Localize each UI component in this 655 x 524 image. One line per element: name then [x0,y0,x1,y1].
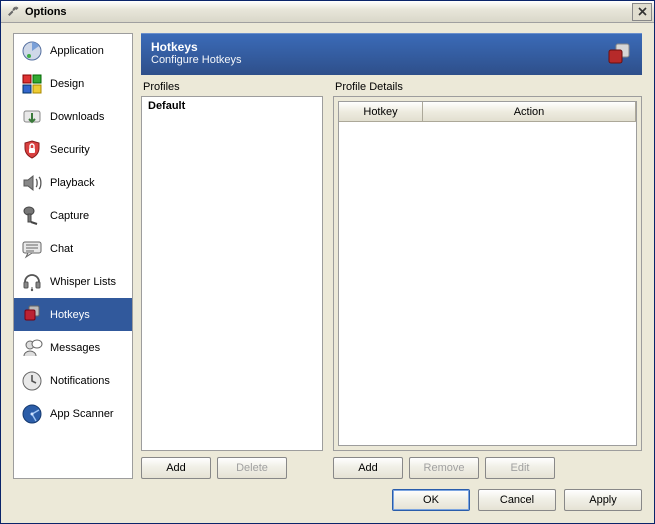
details-panel: Profile Details Hotkey Action Add [333,79,642,479]
footer-buttons: OK Cancel Apply [13,489,642,511]
chat-icon [20,237,44,261]
sidebar-item-label: Downloads [50,111,104,123]
column-action[interactable]: Action [423,102,636,122]
content-area: Hotkeys Configure Hotkeys Profiles Defau… [141,33,642,479]
sidebar-item-security[interactable]: Security [14,133,132,166]
column-hotkey[interactable]: Hotkey [339,102,423,122]
downloads-icon [20,105,44,129]
profile-item[interactable]: Default [142,97,322,115]
notifications-icon [20,369,44,393]
profiles-list[interactable]: Default [141,96,323,451]
hotkeys-icon [20,303,44,327]
sidebar: Application Design Downloads [13,33,133,479]
panels: Profiles Default Add Delete Profile Deta… [141,79,642,479]
header-subtitle: Configure Hotkeys [151,54,632,66]
titlebar: Options [1,1,654,23]
details-add-button[interactable]: Add [333,457,403,479]
sidebar-item-downloads[interactable]: Downloads [14,100,132,133]
sidebar-item-label: Design [50,78,84,90]
details-buttons: Add Remove Edit [333,457,642,479]
profiles-panel: Profiles Default Add Delete [141,79,323,479]
sidebar-item-chat[interactable]: Chat [14,232,132,265]
details-edit-button[interactable]: Edit [485,457,555,479]
sidebar-item-capture[interactable]: Capture [14,199,132,232]
playback-icon [20,171,44,195]
sidebar-item-whisper-lists[interactable]: Whisper Lists [14,265,132,298]
header-panel: Hotkeys Configure Hotkeys [141,33,642,75]
profiles-delete-button[interactable]: Delete [217,457,287,479]
window-title: Options [25,6,632,18]
apply-button[interactable]: Apply [564,489,642,511]
window-body: Application Design Downloads [1,23,654,523]
whisper-icon [20,270,44,294]
profiles-label: Profiles [141,79,323,96]
profiles-buttons: Add Delete [141,457,323,479]
sidebar-item-label: Whisper Lists [50,276,116,288]
main-row: Application Design Downloads [13,33,642,479]
sidebar-item-app-scanner[interactable]: App Scanner [14,397,132,430]
sidebar-item-label: Notifications [50,375,110,387]
app-scanner-icon [20,402,44,426]
messages-icon [20,336,44,360]
options-window: Options Application Design [0,0,655,524]
header-title: Hotkeys [151,40,632,54]
application-icon [20,39,44,63]
sidebar-item-application[interactable]: Application [14,34,132,67]
sidebar-item-hotkeys[interactable]: Hotkeys [14,298,132,331]
sidebar-item-label: Security [50,144,90,156]
sidebar-item-playback[interactable]: Playback [14,166,132,199]
sidebar-item-label: Hotkeys [50,309,90,321]
hotkeys-header-icon [604,40,634,70]
details-table[interactable]: Hotkey Action [338,101,637,446]
sidebar-item-label: Chat [50,243,73,255]
sidebar-item-design[interactable]: Design [14,67,132,100]
details-label: Profile Details [333,79,642,96]
sidebar-item-label: Application [50,45,104,57]
details-box: Hotkey Action [333,96,642,451]
sidebar-item-label: Messages [50,342,100,354]
sidebar-item-notifications[interactable]: Notifications [14,364,132,397]
close-button[interactable] [632,3,652,21]
design-icon [20,72,44,96]
cancel-button[interactable]: Cancel [478,489,556,511]
ok-button[interactable]: OK [392,489,470,511]
security-icon [20,138,44,162]
wrench-icon [5,4,21,20]
sidebar-item-label: Playback [50,177,95,189]
details-remove-button[interactable]: Remove [409,457,479,479]
sidebar-item-messages[interactable]: Messages [14,331,132,364]
table-header: Hotkey Action [339,102,636,122]
sidebar-item-label: Capture [50,210,89,222]
sidebar-item-label: App Scanner [50,408,114,420]
profiles-add-button[interactable]: Add [141,457,211,479]
capture-icon [20,204,44,228]
